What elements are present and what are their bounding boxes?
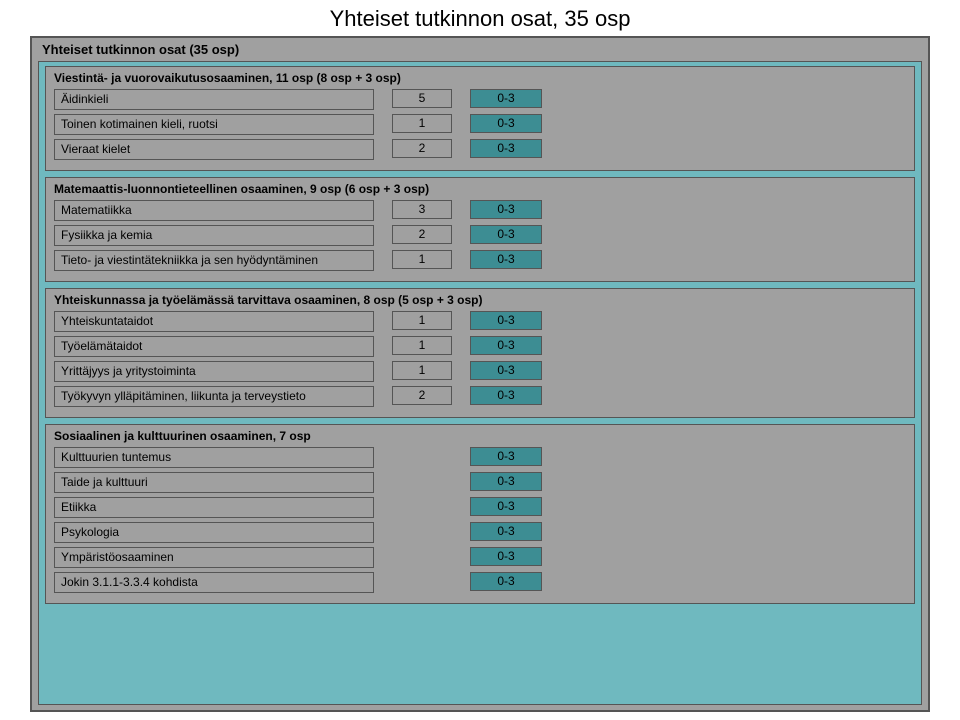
section-header: Sosiaalinen ja kulttuurinen osaaminen, 7… [54,427,906,447]
subject-name: Työelämätaidot [54,336,374,357]
subject-credits: 2 [392,225,452,244]
subject-range: 0-3 [470,139,542,158]
subject-name: Etiikka [54,497,374,518]
subject-credits: 1 [392,336,452,355]
table-row: Yhteiskuntataidot 1 0-3 [54,311,906,332]
subject-name: Vieraat kielet [54,139,374,160]
section-header: Viestintä- ja vuorovaikutusosaaminen, 11… [54,69,906,89]
table-row: Jokin 3.1.1-3.3.4 kohdista 0-3 [54,572,906,593]
subject-name: Jokin 3.1.1-3.3.4 kohdista [54,572,374,593]
section-header: Matemaattis-luonnontieteellinen osaamine… [54,180,906,200]
subject-range: 0-3 [470,225,542,244]
section-communication: Viestintä- ja vuorovaikutusosaaminen, 11… [45,66,915,171]
subject-range: 0-3 [470,250,542,269]
subject-name: Tieto- ja viestintätekniikka ja sen hyöd… [54,250,374,271]
subject-name: Toinen kotimainen kieli, ruotsi [54,114,374,135]
section-society-work: Yhteiskunnassa ja työelämässä tarvittava… [45,288,915,418]
subject-credits: 2 [392,386,452,405]
subject-range: 0-3 [470,361,542,380]
subject-range: 0-3 [470,547,542,566]
subject-range: 0-3 [470,572,542,591]
table-row: Työelämätaidot 1 0-3 [54,336,906,357]
table-row: Työkyvyn ylläpitäminen, liikunta ja terv… [54,386,906,407]
subject-credits: 1 [392,114,452,133]
outer-frame: Yhteiset tutkinnon osat (35 osp) Viestin… [30,36,930,712]
subject-range: 0-3 [470,200,542,219]
subject-range: 0-3 [470,386,542,405]
table-row: Matematiikka 3 0-3 [54,200,906,221]
subject-credits: 1 [392,250,452,269]
table-row: Kulttuurien tuntemus 0-3 [54,447,906,468]
subject-range: 0-3 [470,89,542,108]
subject-name: Ympäristöosaaminen [54,547,374,568]
subject-range: 0-3 [470,447,542,466]
subject-credits: 5 [392,89,452,108]
subject-range: 0-3 [470,522,542,541]
subject-name: Psykologia [54,522,374,543]
subject-credits: 1 [392,311,452,330]
subject-name: Matematiikka [54,200,374,221]
subject-credits: 3 [392,200,452,219]
subject-name: Työkyvyn ylläpitäminen, liikunta ja terv… [54,386,374,407]
table-row: Taide ja kulttuuri 0-3 [54,472,906,493]
subject-credits: 2 [392,139,452,158]
section-social-cultural: Sosiaalinen ja kulttuurinen osaaminen, 7… [45,424,915,604]
subject-name: Äidinkieli [54,89,374,110]
page-title: Yhteiset tutkinnon osat, 35 osp [0,0,960,34]
table-row: Ympäristöosaaminen 0-3 [54,547,906,568]
table-row: Vieraat kielet 2 0-3 [54,139,906,160]
outer-body: Viestintä- ja vuorovaikutusosaaminen, 11… [38,61,922,705]
section-math-science: Matemaattis-luonnontieteellinen osaamine… [45,177,915,282]
table-row: Etiikka 0-3 [54,497,906,518]
table-row: Toinen kotimainen kieli, ruotsi 1 0-3 [54,114,906,135]
subject-range: 0-3 [470,497,542,516]
subject-name: Taide ja kulttuuri [54,472,374,493]
table-row: Yrittäjyys ja yritystoiminta 1 0-3 [54,361,906,382]
subject-range: 0-3 [470,114,542,133]
subject-range: 0-3 [470,472,542,491]
table-row: Äidinkieli 5 0-3 [54,89,906,110]
subject-name: Kulttuurien tuntemus [54,447,374,468]
subject-range: 0-3 [470,311,542,330]
table-row: Fysiikka ja kemia 2 0-3 [54,225,906,246]
subject-name: Yhteiskuntataidot [54,311,374,332]
section-header: Yhteiskunnassa ja työelämässä tarvittava… [54,291,906,311]
subject-name: Fysiikka ja kemia [54,225,374,246]
table-row: Tieto- ja viestintätekniikka ja sen hyöd… [54,250,906,271]
table-row: Psykologia 0-3 [54,522,906,543]
subject-credits: 1 [392,361,452,380]
subject-name: Yrittäjyys ja yritystoiminta [54,361,374,382]
outer-header: Yhteiset tutkinnon osat (35 osp) [32,40,928,61]
subject-range: 0-3 [470,336,542,355]
